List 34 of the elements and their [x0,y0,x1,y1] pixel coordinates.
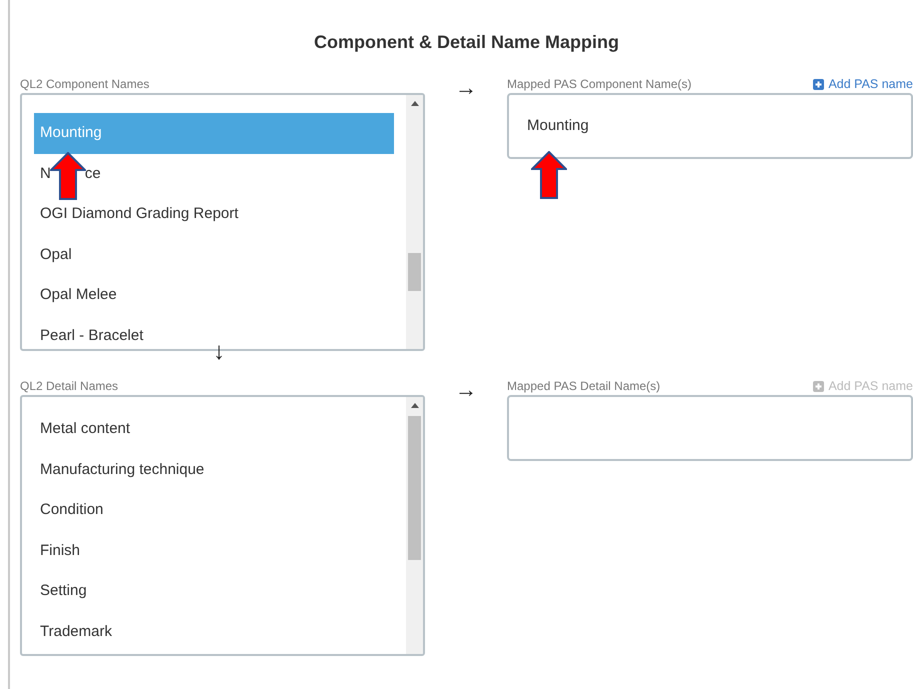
mapped-box[interactable]: Mounting [507,93,913,159]
right-arrow: → [455,379,477,401]
list-item[interactable]: Trademark [40,612,112,652]
right-arrow: → [455,77,477,99]
list-item[interactable]: Opal Melee [40,275,117,316]
list-item[interactable]: Pearl - Bracelet [40,316,144,349]
scroll-up-icon[interactable] [410,101,418,106]
list-item[interactable]: Opal [40,234,72,275]
up-arrow-icon [50,152,86,200]
add-link[interactable]: Add PAS name [813,77,913,91]
list-label: QL2 Component Names [20,77,150,91]
mapped-label: Mapped PAS Component Name(s) [507,77,692,91]
list-item[interactable]: N [40,154,51,194]
scrollbar[interactable] [406,397,423,654]
mapped-name: Mounting [527,117,590,134]
scrollbar[interactable] [406,95,423,349]
list-item[interactable]: Manufacturing technique [40,450,204,490]
scroll-thumb[interactable] [408,253,421,291]
list-item[interactable]: Condition [40,490,104,530]
scroll-thumb[interactable] [408,416,421,560]
mapped-box[interactable] [507,395,913,461]
list-label: QL2 Detail Names [20,379,118,393]
list-item[interactable]: Finish [40,530,80,571]
scroll-up-icon[interactable] [410,403,418,408]
plus-icon [813,78,824,90]
mapped-label: Mapped PAS Detail Name(s) [507,379,660,393]
plus-icon [813,380,824,392]
list-item-text: ce [84,164,101,184]
list-item[interactable]: OGI Diamond Grading Report [40,194,238,234]
down-arrow: ↓ [213,337,225,367]
list-item[interactable]: Metal content [40,409,130,450]
dialog-title: Component & Detail Name Mapping [312,32,620,53]
list-item[interactable]: Setting [40,571,87,612]
up-arrow-icon [531,151,567,199]
